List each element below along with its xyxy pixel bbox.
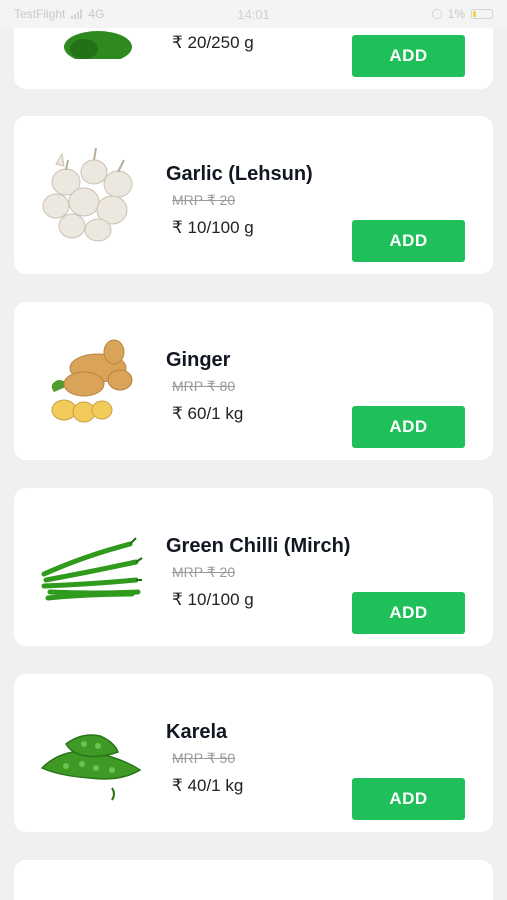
alarm-icon xyxy=(431,9,442,19)
status-time: 14:01 xyxy=(237,6,270,22)
ginger-icon xyxy=(51,339,133,423)
product-name: Ginger xyxy=(166,349,231,371)
product-price: ₹ 10/100 g xyxy=(172,590,254,609)
status-bar: TestFlight 4G 14:01 1% xyxy=(0,0,507,28)
battery-percent: 1% xyxy=(447,7,465,21)
status-left: TestFlight 4G xyxy=(14,7,104,21)
status-right: 1% xyxy=(431,7,493,21)
product-price: ₹ 60/1 kg xyxy=(172,404,244,423)
product-price: ₹ 10/100 g xyxy=(172,218,254,237)
product-mrp: MRP ₹ 20 xyxy=(172,564,236,580)
product-price: ₹ 20/250 g xyxy=(172,33,254,52)
green-chilli-icon xyxy=(41,537,143,601)
add-to-cart-button[interactable]: ADD xyxy=(352,406,465,448)
add-to-cart-button[interactable]: ADD xyxy=(352,778,465,820)
product-price: ₹ 40/1 kg xyxy=(172,776,244,795)
carrier-label: TestFlight xyxy=(14,7,66,21)
product-mrp: MRP ₹ 50 xyxy=(172,750,236,766)
network-label: 4G xyxy=(88,7,105,21)
signal-icon xyxy=(71,9,83,19)
add-to-cart-button[interactable]: ADD xyxy=(352,220,465,262)
product-card: Karela MRP ₹ 50 ₹ 40/1 kg ADD xyxy=(14,674,493,832)
product-name: Karela xyxy=(166,721,228,743)
product-card: Green Chilli (Mirch) MRP ₹ 20 ₹ 10/100 g… xyxy=(14,488,493,646)
add-to-cart-button[interactable]: ADD xyxy=(352,592,465,634)
karela-icon xyxy=(40,734,142,801)
product-name: Green Chilli (Mirch) xyxy=(166,535,351,557)
battery-icon xyxy=(471,9,493,19)
product-mrp: MRP ₹ 20 xyxy=(172,192,236,208)
product-name: Garlic (Lehsun) xyxy=(166,163,313,185)
product-mrp: MRP ₹ 80 xyxy=(172,378,236,394)
garlic-icon xyxy=(42,147,133,242)
product-card xyxy=(14,860,493,900)
product-card: Garlic (Lehsun) MRP ₹ 20 ₹ 10/100 g ADD xyxy=(14,116,493,274)
add-to-cart-button[interactable]: ADD xyxy=(352,35,465,77)
product-card: Ginger MRP ₹ 80 ₹ 60/1 kg ADD xyxy=(14,302,493,460)
